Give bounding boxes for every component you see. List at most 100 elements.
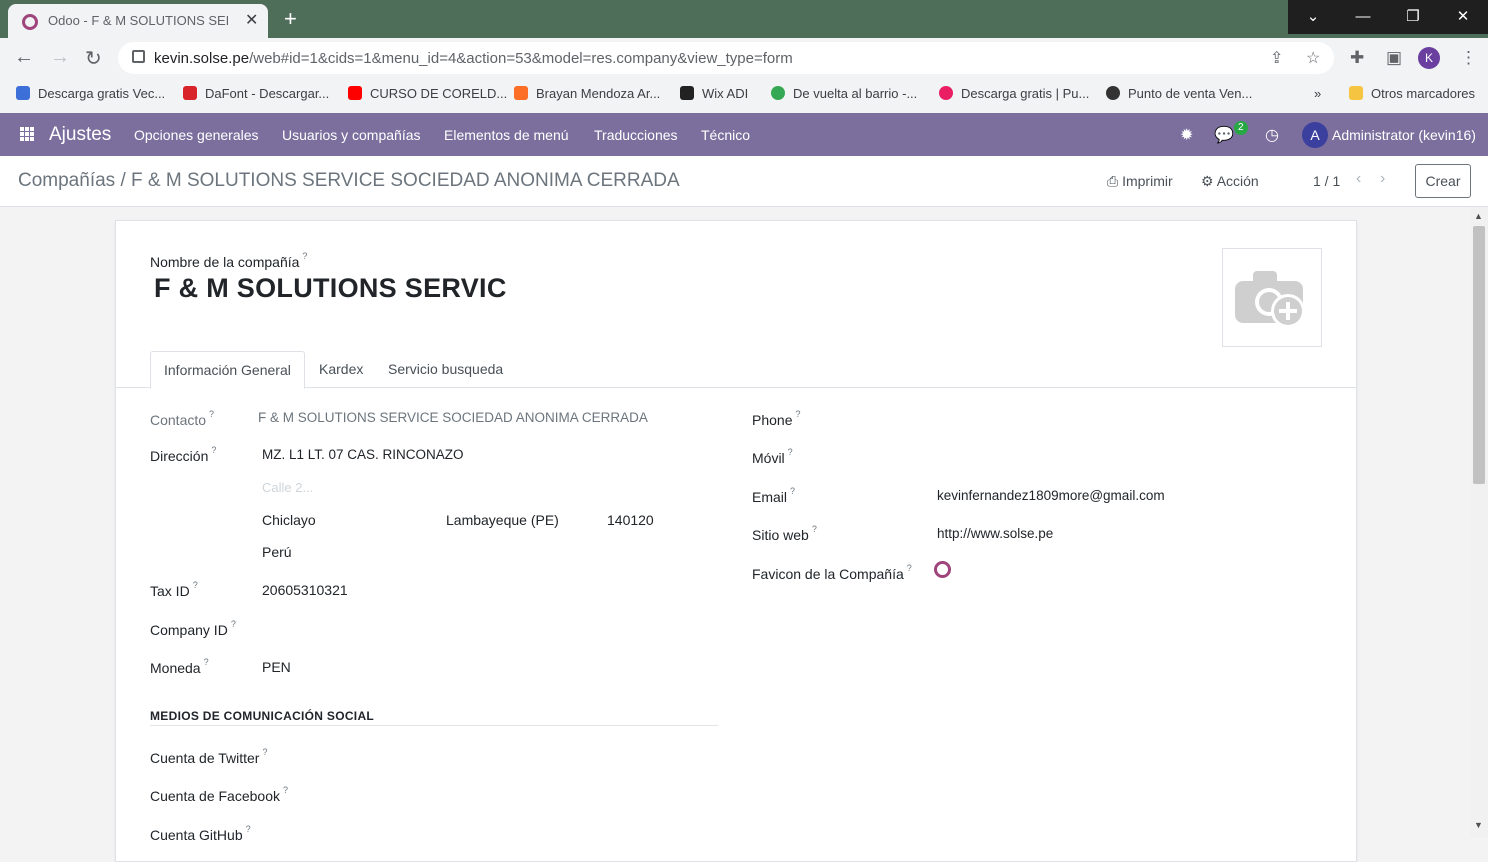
help-icon[interactable]: ?: [246, 824, 251, 834]
app-brand[interactable]: Ajustes: [49, 124, 111, 146]
chrome-menu-icon[interactable]: ⋮: [1460, 48, 1477, 68]
reload-icon[interactable]: ↻: [85, 46, 102, 71]
moneda-label: Moneda?: [150, 657, 209, 676]
menu-traducciones[interactable]: Traducciones: [594, 127, 678, 143]
email-label: Email?: [752, 486, 796, 505]
web-field[interactable]: http://www.solse.pe: [937, 526, 1053, 541]
company-name-field[interactable]: F & M SOLUTIONS SERVIC: [154, 273, 507, 304]
breadcrumb-parent[interactable]: Compañías: [18, 170, 115, 191]
minimize-icon[interactable]: —: [1338, 0, 1388, 34]
address-bar[interactable]: kevin.solse.pe/web#id=1&cids=1&menu_id=4…: [118, 42, 1334, 74]
state-field[interactable]: Lambayeque (PE): [446, 512, 559, 528]
help-icon[interactable]: ?: [788, 447, 793, 457]
bookmark-item[interactable]: Descarga gratis Vec...: [16, 86, 165, 101]
twitter-label: Cuenta de Twitter?: [150, 747, 268, 766]
help-icon[interactable]: ?: [283, 785, 288, 795]
favicon-label: Favicon de la Compañía?: [752, 563, 912, 582]
country-field[interactable]: Perú: [262, 544, 292, 560]
bookmark-item[interactable]: CURSO DE CORELD...: [348, 86, 507, 101]
print-icon: ⎙: [1107, 173, 1119, 189]
taxid-field[interactable]: 20605310321: [262, 582, 348, 598]
print-button[interactable]: ⎙ Imprimir: [1107, 173, 1173, 190]
forward-icon[interactable]: →: [50, 46, 70, 69]
tab-search-icon[interactable]: ⌄: [1288, 0, 1338, 34]
company-logo-upload[interactable]: [1222, 248, 1322, 347]
extensions-icon[interactable]: ✚: [1350, 48, 1364, 68]
restore-icon[interactable]: ❐: [1388, 0, 1438, 34]
breadcrumb-separator: /: [120, 170, 126, 191]
user-avatar[interactable]: A: [1302, 122, 1328, 148]
tab-informacion-general[interactable]: Información General: [150, 351, 305, 389]
back-icon[interactable]: ←: [14, 46, 34, 69]
bookmark-item[interactable]: Punto de venta Ven...: [1106, 86, 1252, 101]
web-label: Sitio web?: [752, 524, 817, 543]
activity-clock-icon[interactable]: ◷: [1265, 125, 1279, 145]
more-bookmarks-icon[interactable]: »: [1314, 86, 1321, 101]
pager-previous-icon[interactable]: ‹: [1356, 170, 1361, 188]
help-icon[interactable]: ?: [231, 619, 236, 629]
tab-kardex[interactable]: Kardex: [306, 351, 376, 387]
share-icon[interactable]: ⇪: [1270, 48, 1283, 68]
github-label: Cuenta GitHub?: [150, 824, 251, 843]
direccion-label: Dirección?: [150, 445, 217, 464]
help-icon[interactable]: ?: [211, 445, 216, 455]
bookmark-item[interactable]: De vuelta al barrio -...: [771, 86, 917, 101]
bookmark-item[interactable]: Wix ADI: [680, 86, 748, 101]
menu-usuarios-companias[interactable]: Usuarios y compañías: [282, 127, 421, 143]
street-field[interactable]: MZ. L1 LT. 07 CAS. RINCONAZO: [262, 447, 464, 462]
messages-icon[interactable]: 💬: [1214, 125, 1234, 145]
contacto-value: F & M SOLUTIONS SERVICE SOCIEDAD ANONIMA…: [258, 410, 648, 425]
city-field[interactable]: Chiclayo: [262, 512, 316, 528]
action-button[interactable]: ⚙ Acción: [1201, 173, 1259, 190]
scroll-up-icon[interactable]: ▲: [1474, 211, 1483, 221]
pager-value[interactable]: 1 / 1: [1313, 173, 1340, 189]
bookmark-favicon-icon: [348, 86, 362, 100]
help-icon[interactable]: ?: [790, 486, 795, 496]
help-icon[interactable]: ?: [209, 409, 214, 419]
taxid-label: Tax ID?: [150, 580, 198, 599]
breadcrumb-current: F & M SOLUTIONS SERVICE SOCIEDAD ANONIMA…: [131, 170, 680, 191]
profile-avatar[interactable]: K: [1418, 47, 1440, 69]
moneda-field[interactable]: PEN: [262, 659, 291, 675]
scrollbar-thumb[interactable]: [1473, 226, 1485, 484]
bookmarks-bar: Descarga gratis Vec... DaFont - Descarga…: [0, 78, 1488, 114]
help-icon[interactable]: ?: [302, 251, 307, 261]
user-menu[interactable]: Administrator (kevin16): [1332, 127, 1476, 143]
gear-icon: ⚙: [1201, 173, 1214, 189]
email-field[interactable]: kevinfernandez1809more@gmail.com: [937, 488, 1165, 503]
social-section-title: MEDIOS DE COMUNICACIÓN SOCIAL: [150, 709, 375, 723]
scroll-down-icon[interactable]: ▼: [1474, 820, 1483, 830]
company-favicon-icon[interactable]: [934, 561, 951, 578]
help-icon[interactable]: ?: [204, 657, 209, 667]
browser-tab-strip: Odoo - F & M SOLUTIONS SERVI ✕ + ⌄ — ❐ ✕: [0, 0, 1488, 38]
odoo-navbar: Ajustes Opciones generales Usuarios y co…: [0, 113, 1488, 156]
new-tab-icon[interactable]: +: [284, 6, 297, 32]
close-tab-icon[interactable]: ✕: [245, 10, 258, 30]
debug-bug-icon[interactable]: ✹: [1180, 125, 1193, 145]
app-grid-icon[interactable]: [20, 127, 34, 141]
help-icon[interactable]: ?: [812, 524, 817, 534]
pager-next-icon[interactable]: ›: [1380, 170, 1385, 188]
section-divider: [150, 725, 718, 726]
menu-tecnico[interactable]: Técnico: [701, 127, 750, 143]
side-panel-icon[interactable]: ▣: [1386, 48, 1402, 68]
other-bookmarks[interactable]: Otros marcadores: [1349, 86, 1475, 101]
bookmark-star-icon[interactable]: ☆: [1306, 48, 1320, 68]
help-icon[interactable]: ?: [193, 580, 198, 590]
bookmark-favicon-icon: [680, 86, 694, 100]
close-window-icon[interactable]: ✕: [1438, 0, 1488, 34]
browser-tab[interactable]: Odoo - F & M SOLUTIONS SERVI ✕: [8, 4, 268, 38]
bookmark-item[interactable]: Descarga gratis | Pu...: [939, 86, 1089, 101]
bookmark-item[interactable]: DaFont - Descargar...: [183, 86, 329, 101]
menu-elementos-menu[interactable]: Elementos de menú: [444, 127, 569, 143]
zip-field[interactable]: 140120: [607, 512, 654, 528]
help-icon[interactable]: ?: [262, 747, 267, 757]
bookmark-item[interactable]: Brayan Mendoza Ar...: [514, 86, 660, 101]
tab-servicio-busqueda[interactable]: Servicio busqueda: [375, 351, 516, 387]
menu-opciones-generales[interactable]: Opciones generales: [134, 127, 259, 143]
create-button[interactable]: Crear: [1415, 164, 1471, 198]
help-icon[interactable]: ?: [907, 563, 912, 573]
contacto-label: Contacto?: [150, 409, 215, 428]
help-icon[interactable]: ?: [795, 409, 800, 419]
street2-field[interactable]: Calle 2...: [262, 480, 313, 495]
